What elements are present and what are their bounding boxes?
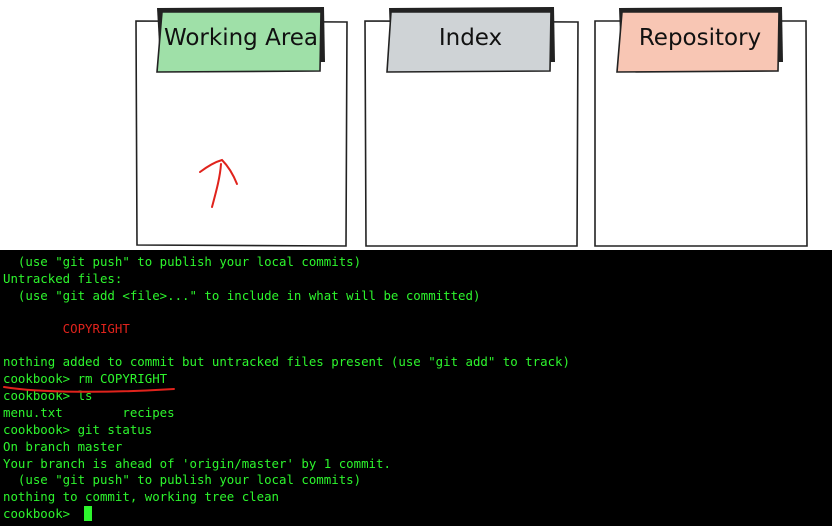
repository-label: Repository xyxy=(638,25,762,51)
whiteboard-diagram: Working Area Index Repository xyxy=(0,0,832,250)
index-label: Index xyxy=(438,25,503,51)
working-area-label: Working Area xyxy=(163,25,319,51)
terminal-window[interactable]: (use "git push" to publish your local co… xyxy=(0,250,832,526)
red-underline-annotation xyxy=(3,386,175,393)
